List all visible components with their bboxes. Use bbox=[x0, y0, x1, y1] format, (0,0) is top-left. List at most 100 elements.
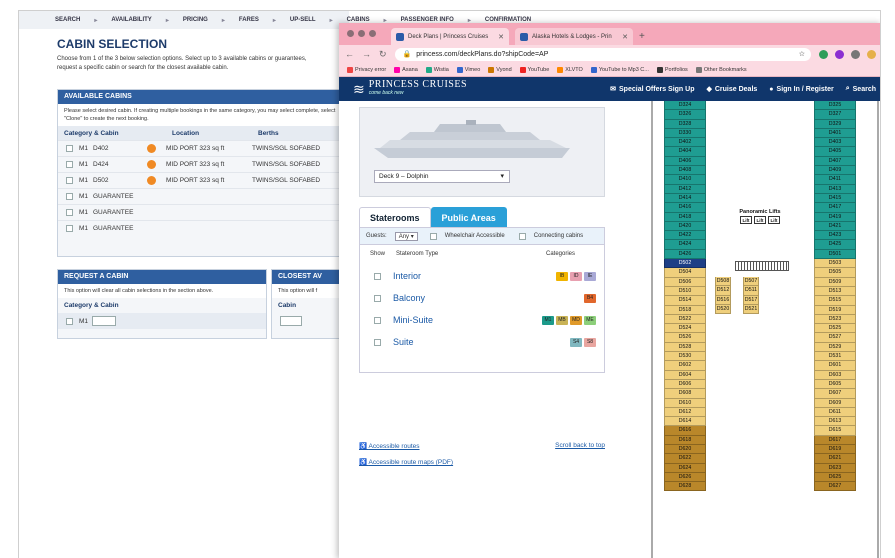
princess-logo[interactable]: ≋ PRINCESS CRUISES come back new bbox=[353, 80, 467, 98]
deck-cabin[interactable]: D514 bbox=[664, 296, 706, 306]
deck-cabin[interactable]: D329 bbox=[814, 119, 856, 129]
deck-cabin[interactable]: D520 bbox=[715, 304, 731, 315]
deck-cabin[interactable]: D606 bbox=[664, 379, 706, 390]
deck-cabin[interactable]: D603 bbox=[814, 370, 856, 380]
category-badge[interactable]: MB bbox=[556, 315, 568, 325]
deck-cabin[interactable]: D601 bbox=[814, 361, 856, 371]
nav-cruise-deals[interactable]: ◆ Cruise Deals bbox=[706, 85, 757, 94]
category-badge[interactable]: IB bbox=[556, 271, 568, 281]
category-badge[interactable]: B4 bbox=[584, 293, 596, 303]
breadcrumb-item[interactable]: UP-SELL bbox=[290, 17, 316, 23]
deck-cabin[interactable]: D423 bbox=[814, 231, 856, 241]
deck-cabin[interactable]: D619 bbox=[814, 444, 856, 455]
deck-cabin[interactable]: D416 bbox=[664, 203, 706, 213]
deck-cabin[interactable]: D327 bbox=[814, 110, 856, 120]
deck-cabin[interactable]: D604 bbox=[664, 370, 706, 380]
deck-cabin[interactable]: D510 bbox=[664, 286, 706, 297]
deck-cabin[interactable]: D328 bbox=[664, 119, 706, 129]
bookmark-item[interactable]: Vyond bbox=[488, 66, 512, 73]
stateroom-type-label[interactable]: Mini-Suite bbox=[393, 315, 433, 325]
tab-alaska-hotels[interactable]: Alaska Hotels & Lodges - Prin ✕ bbox=[515, 28, 633, 45]
stateroom-type-checkbox[interactable] bbox=[374, 294, 381, 302]
tab-staterooms[interactable]: Staterooms bbox=[359, 207, 431, 227]
deck-cabin[interactable]: D402 bbox=[664, 138, 706, 148]
deck-cabin[interactable]: D501 bbox=[814, 249, 856, 260]
category-badge[interactable]: MD bbox=[570, 315, 582, 325]
deck-cabin[interactable]: D615 bbox=[814, 426, 856, 436]
extension-icon[interactable] bbox=[819, 49, 828, 59]
deck-cabin[interactable]: D522 bbox=[664, 314, 706, 325]
tab-public-areas[interactable]: Public Areas bbox=[430, 207, 507, 227]
reload-icon[interactable]: ↻ bbox=[379, 49, 387, 60]
bookmark-item[interactable]: Vimeo bbox=[456, 66, 480, 73]
deck-cabin[interactable]: D616 bbox=[664, 426, 706, 436]
guests-select[interactable]: Any ▾ bbox=[394, 231, 418, 241]
deck-cabin[interactable]: D417 bbox=[814, 203, 856, 213]
bookmark-item[interactable]: XLVTO bbox=[557, 66, 583, 73]
deck-cabin[interactable]: D511 bbox=[743, 286, 759, 296]
cabin-checkbox[interactable] bbox=[66, 209, 73, 216]
deck-cabin[interactable]: D504 bbox=[664, 268, 706, 278]
nav-special-offers[interactable]: ✉ Special Offers Sign Up bbox=[610, 85, 694, 94]
deck-cabin[interactable]: D324 bbox=[664, 101, 706, 111]
deck-cabin[interactable]: D621 bbox=[814, 454, 856, 464]
deck-cabin[interactable]: D623 bbox=[814, 463, 856, 473]
cabin-checkbox[interactable] bbox=[66, 145, 73, 152]
deck-cabin[interactable]: D503 bbox=[814, 259, 856, 269]
deck-cabin[interactable]: D509 bbox=[814, 277, 856, 287]
stateroom-type-label[interactable]: Interior bbox=[393, 271, 421, 281]
category-badge[interactable]: S4 bbox=[570, 337, 582, 347]
cabin-info-icon[interactable] bbox=[147, 160, 156, 169]
deck-dropdown[interactable]: Deck 9 – Dolphin bbox=[374, 170, 510, 183]
deck-cabin[interactable]: D401 bbox=[814, 128, 856, 139]
deck-cabin[interactable]: D415 bbox=[814, 193, 856, 204]
deck-cabin[interactable]: D518 bbox=[664, 305, 706, 315]
category-badge[interactable]: M1 bbox=[542, 315, 554, 325]
closest-cabin-input[interactable] bbox=[280, 316, 302, 326]
tab-deck-plans[interactable]: Deck Plans | Princess Cruises ✕ bbox=[391, 28, 509, 45]
stateroom-type-label[interactable]: Suite bbox=[393, 337, 414, 347]
deck-cabin[interactable]: D612 bbox=[664, 407, 706, 418]
new-tab-icon[interactable]: + bbox=[639, 31, 645, 42]
deck-cabin[interactable]: D502 bbox=[664, 259, 706, 269]
deck-cabin[interactable]: D622 bbox=[664, 454, 706, 464]
stateroom-type-checkbox[interactable] bbox=[374, 272, 381, 280]
deck-cabin[interactable]: D531 bbox=[814, 352, 856, 362]
deck-cabin[interactable]: D408 bbox=[664, 166, 706, 176]
category-badge[interactable]: IE bbox=[584, 271, 596, 281]
stateroom-type-checkbox[interactable] bbox=[374, 338, 381, 346]
deck-cabin[interactable]: D528 bbox=[664, 342, 706, 353]
deck-cabin[interactable]: D508 bbox=[715, 277, 731, 287]
deck-cabin[interactable]: D624 bbox=[664, 463, 706, 473]
cabin-checkbox[interactable] bbox=[66, 225, 73, 232]
deck-cabin[interactable]: D406 bbox=[664, 156, 706, 167]
deck-cabin[interactable]: D507 bbox=[743, 277, 759, 287]
close-tab-icon[interactable]: ✕ bbox=[622, 33, 628, 41]
connecting-checkbox[interactable] bbox=[518, 232, 526, 240]
bookmark-item[interactable]: Portfolios bbox=[656, 66, 688, 73]
deck-cabin[interactable]: D625 bbox=[814, 472, 856, 483]
cabin-checkbox[interactable] bbox=[66, 193, 73, 200]
deck-cabin[interactable]: D607 bbox=[814, 389, 856, 399]
accessible-pdf-link[interactable]: ♿ Accessible route maps (PDF) bbox=[359, 458, 605, 466]
cabin-info-icon[interactable] bbox=[147, 144, 156, 153]
deck-cabin[interactable]: D626 bbox=[664, 472, 706, 483]
deck-cabin[interactable]: D618 bbox=[664, 435, 706, 445]
back-icon[interactable]: ← bbox=[345, 49, 354, 59]
deck-cabin[interactable]: D523 bbox=[814, 314, 856, 325]
deck-cabin[interactable]: D611 bbox=[814, 407, 856, 418]
forward-icon[interactable]: → bbox=[362, 49, 371, 59]
category-badge[interactable]: S8 bbox=[584, 337, 596, 347]
deck-cabin[interactable]: D527 bbox=[814, 333, 856, 343]
deck-cabin[interactable]: D525 bbox=[814, 324, 856, 334]
bookmark-item[interactable]: Other Bookmarks bbox=[695, 66, 747, 73]
deck-cabin[interactable]: D418 bbox=[664, 212, 706, 222]
request-checkbox[interactable] bbox=[66, 317, 73, 325]
deck-cabin[interactable]: D512 bbox=[715, 286, 731, 296]
deck-cabin[interactable]: D330 bbox=[664, 128, 706, 139]
breadcrumb-item[interactable]: PRICING bbox=[183, 17, 208, 23]
deck-cabin[interactable]: D519 bbox=[814, 305, 856, 315]
deck-cabin[interactable]: D521 bbox=[743, 304, 759, 315]
star-icon[interactable]: ☆ bbox=[799, 50, 805, 58]
cabin-checkbox[interactable] bbox=[66, 161, 73, 168]
